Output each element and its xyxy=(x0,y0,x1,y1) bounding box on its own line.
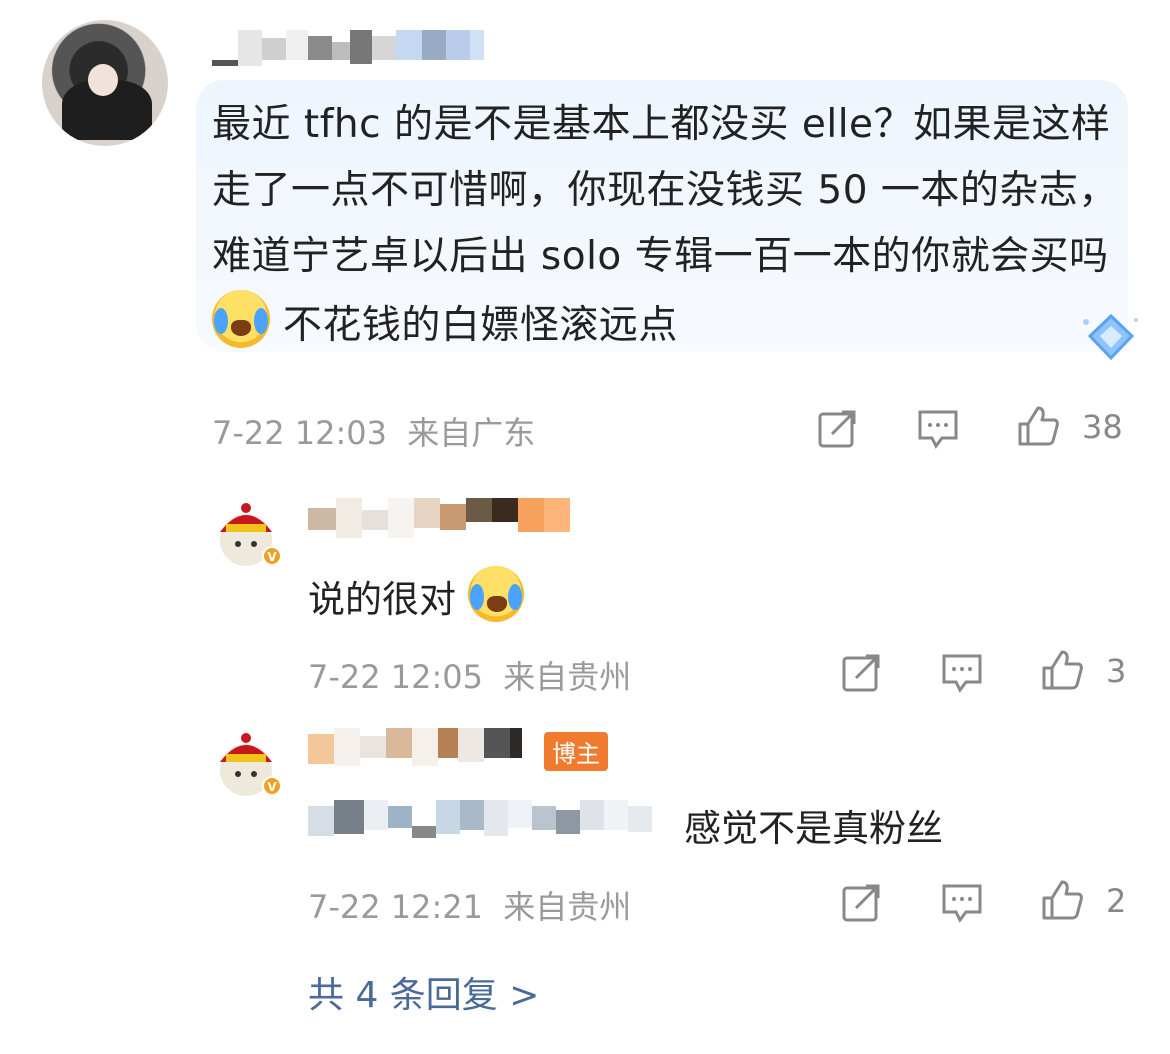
repost-icon[interactable] xyxy=(816,406,860,450)
svg-text:V: V xyxy=(267,780,277,794)
like-icon[interactable] xyxy=(1040,648,1084,692)
like-icon[interactable] xyxy=(1016,404,1060,448)
comment-location: 来自广东 xyxy=(407,414,536,452)
username-redacted[interactable] xyxy=(212,30,484,66)
reply-avatar[interactable]: V xyxy=(210,724,282,796)
comment-text-tail: 不花钱的白嫖怪滚远点 xyxy=(282,303,678,348)
reply-time: 7-22 12:21 xyxy=(308,888,484,926)
reply-text: 感觉不是真粉丝 xyxy=(684,807,943,850)
reply-username-redacted[interactable] xyxy=(308,498,570,540)
like-count: 3 xyxy=(1106,652,1127,690)
svg-text:V: V xyxy=(267,550,277,564)
like-count: 38 xyxy=(1082,408,1123,446)
comment-icon[interactable] xyxy=(940,880,984,924)
repost-icon[interactable] xyxy=(840,880,884,924)
like-count: 2 xyxy=(1106,882,1127,920)
gem-badge-icon xyxy=(1083,313,1138,361)
comment-time: 7-22 12:03 xyxy=(212,414,388,452)
laughing-crying-emoji-icon xyxy=(212,290,270,348)
reply-location: 来自贵州 xyxy=(503,888,632,926)
crying-emoji-icon xyxy=(467,566,524,622)
reply-avatar[interactable]: V xyxy=(210,494,282,566)
comment-icon[interactable] xyxy=(916,406,960,450)
comment-text-body: 最近 tfhc 的是不是基本上都没买 elle？如果是这样走了一点不可惜啊，你现… xyxy=(212,102,1118,279)
reply-mention-redacted[interactable] xyxy=(308,800,652,840)
reply-timestamp: 7-22 12:05 来自贵州 xyxy=(308,652,631,698)
like-icon[interactable] xyxy=(1040,878,1084,922)
comment-text: 最近 tfhc 的是不是基本上都没买 elle？如果是这样走了一点不可惜啊，你现… xyxy=(212,92,1132,359)
reply-location: 来自贵州 xyxy=(503,658,632,696)
comment-icon[interactable] xyxy=(940,650,984,694)
comment-timestamp: 7-22 12:03 来自广东 xyxy=(212,408,535,454)
more-replies-link[interactable]: 共 4 条回复 > xyxy=(308,966,539,1018)
reply-text-body: 说的很对 xyxy=(308,578,456,621)
repost-icon[interactable] xyxy=(840,650,884,694)
reply-timestamp: 7-22 12:21 来自贵州 xyxy=(308,882,631,928)
user-avatar[interactable] xyxy=(42,20,168,146)
blogger-badge: 博主 xyxy=(544,732,608,771)
reply-time: 7-22 12:05 xyxy=(308,658,484,696)
reply-username-redacted[interactable] xyxy=(308,728,522,768)
reply-text: 说的很对 xyxy=(308,566,524,623)
